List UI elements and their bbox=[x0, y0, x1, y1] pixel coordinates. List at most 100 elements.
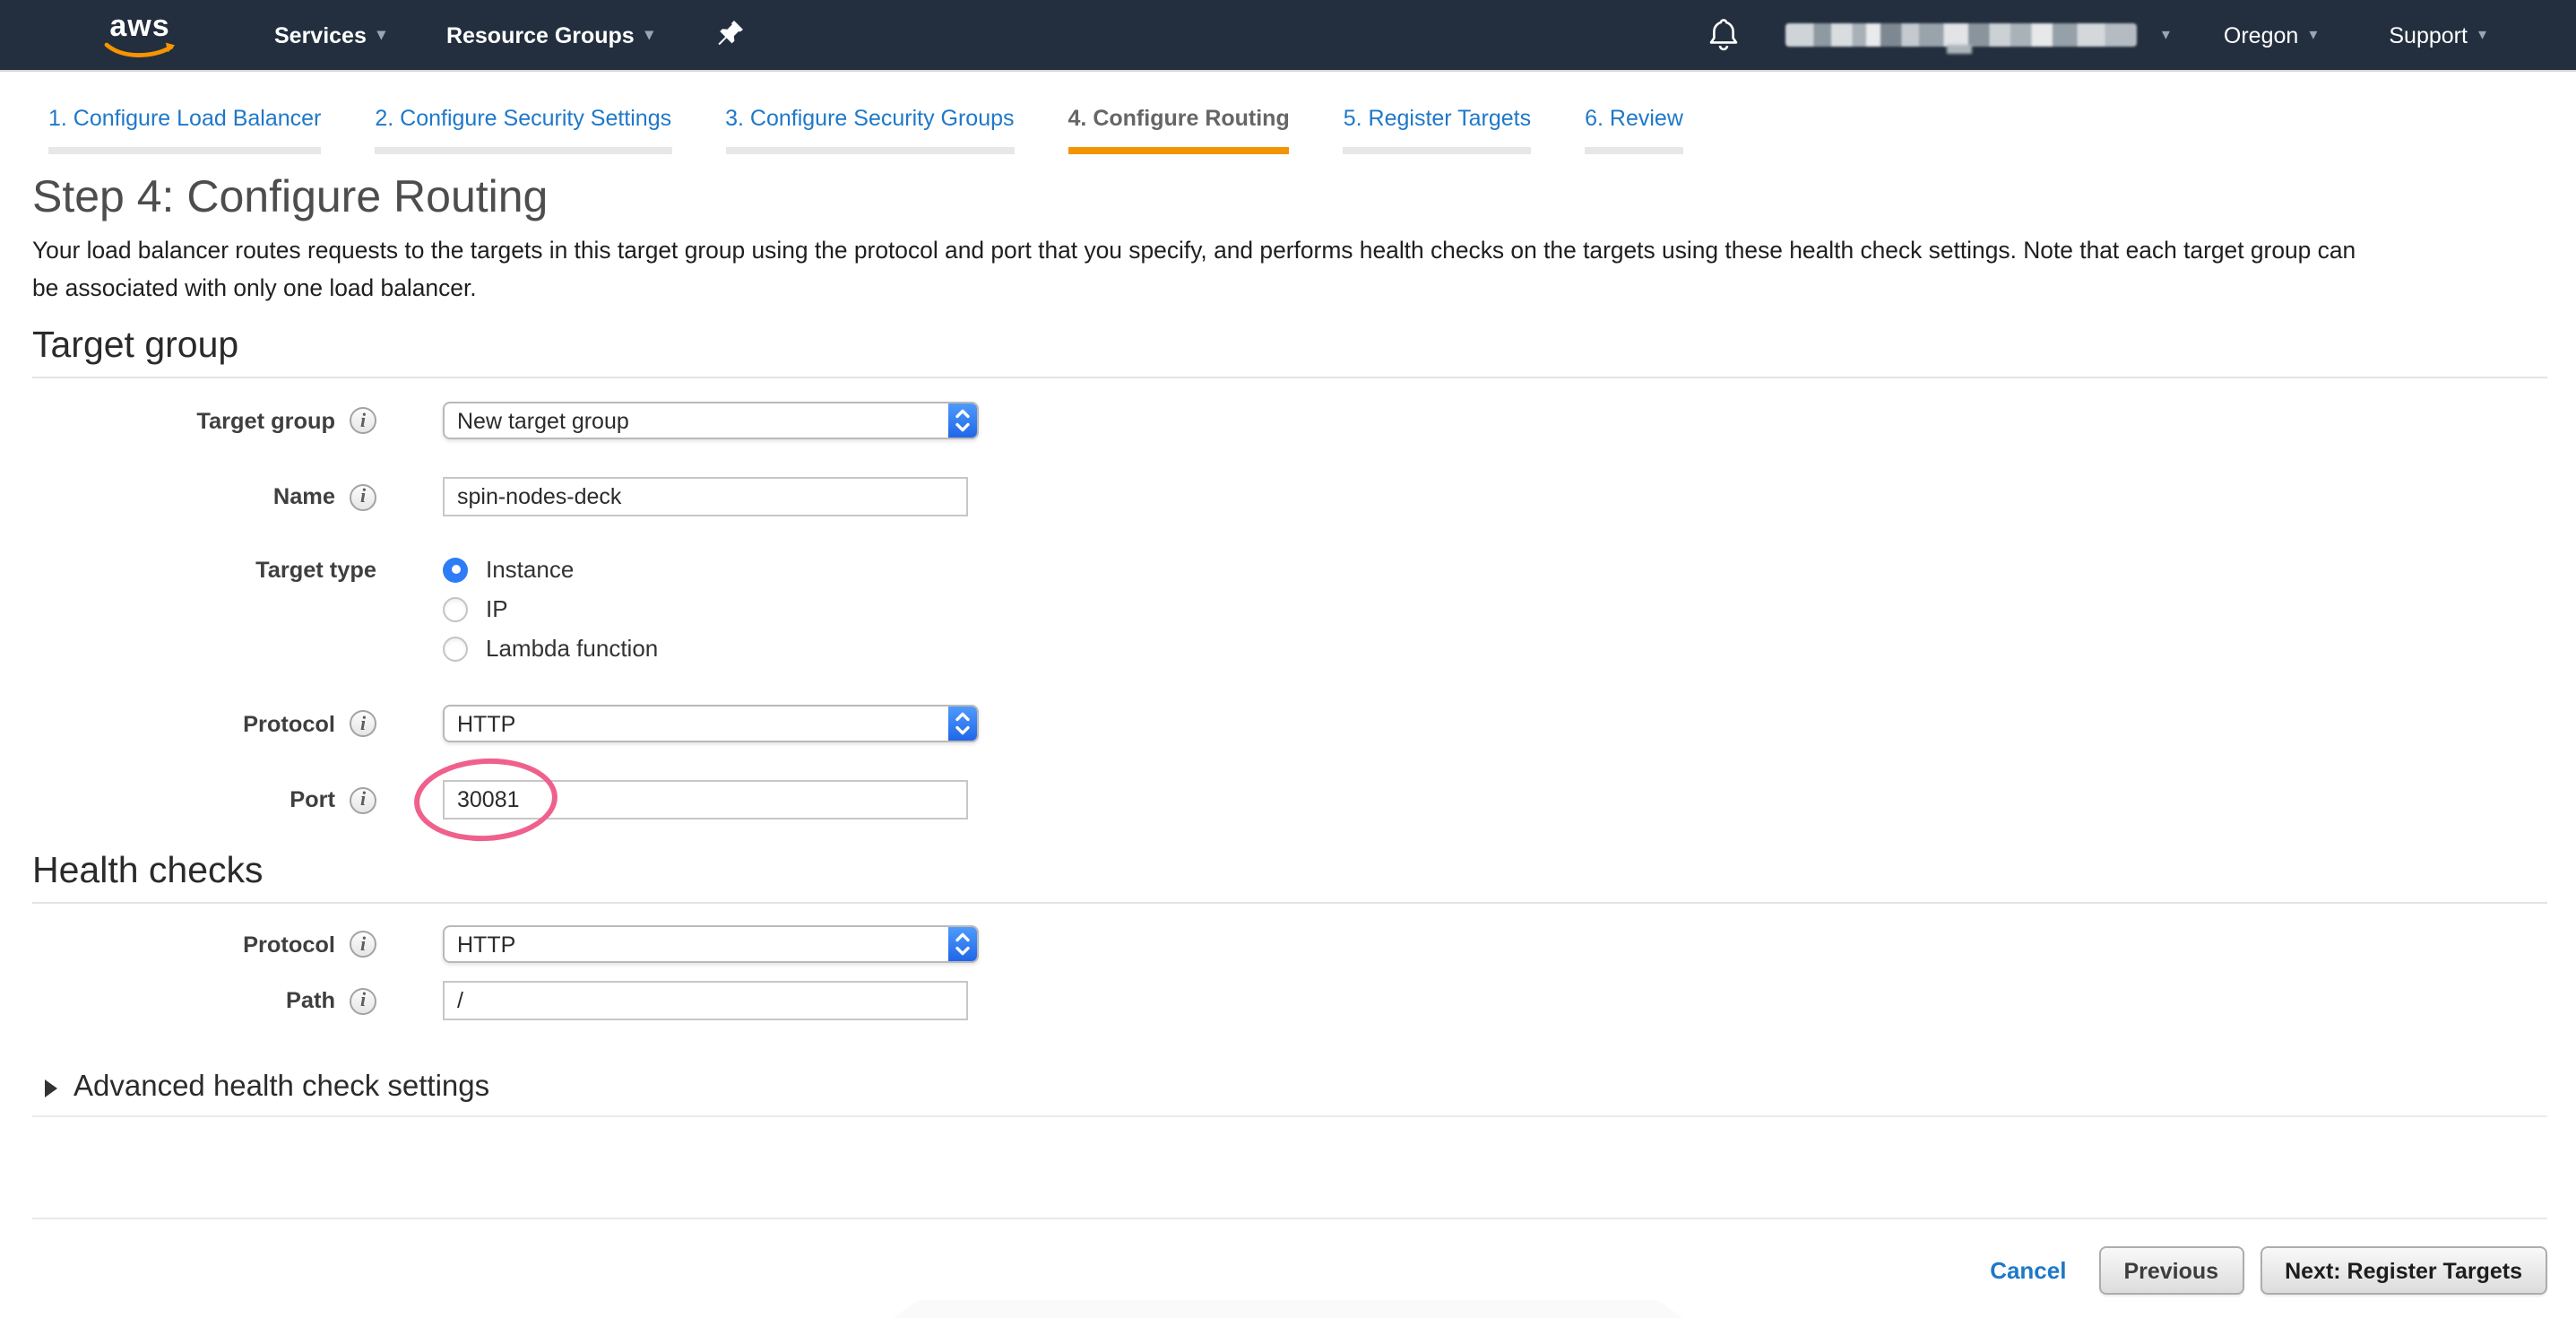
info-icon[interactable]: i bbox=[350, 786, 376, 813]
nav-pin-shortcut[interactable] bbox=[718, 20, 745, 50]
path-label: Path bbox=[286, 988, 335, 1013]
path-label-cell: Path i bbox=[32, 987, 376, 1014]
port-label-cell: Port i bbox=[32, 786, 376, 813]
navbar-right: ▾ Oregon ▾ Support ▾ bbox=[1708, 18, 2486, 52]
aws-logo[interactable]: aws bbox=[104, 10, 176, 60]
radio-unselected-icon[interactable] bbox=[443, 596, 468, 621]
tab-configure-routing[interactable]: 4. Configure Routing bbox=[1068, 106, 1290, 154]
tab-review[interactable]: 6. Review bbox=[1585, 106, 1683, 154]
expand-arrow-icon bbox=[45, 1079, 57, 1097]
pushpin-icon bbox=[718, 20, 745, 50]
nav-services[interactable]: Services ▾ bbox=[274, 22, 385, 48]
chevron-down-icon: ▾ bbox=[2478, 25, 2486, 45]
nav-services-label: Services bbox=[274, 22, 367, 48]
radio-label: IP bbox=[486, 595, 508, 622]
target-group-row: Target group i New target group bbox=[32, 402, 2547, 439]
section-divider bbox=[32, 377, 2547, 378]
region-menu[interactable]: Oregon ▾ bbox=[2224, 22, 2317, 48]
tab-configure-security-settings[interactable]: 2. Configure Security Settings bbox=[375, 106, 671, 154]
nav-resource-groups[interactable]: Resource Groups ▾ bbox=[446, 22, 653, 48]
name-label-cell: Name i bbox=[32, 483, 376, 510]
health-protocol-row: Protocol i HTTP bbox=[32, 925, 2547, 963]
footer-divider bbox=[32, 1218, 2547, 1219]
tab-configure-load-balancer[interactable]: 1. Configure Load Balancer bbox=[48, 106, 321, 154]
section-divider bbox=[32, 1115, 2547, 1117]
chevron-down-icon: ▾ bbox=[2309, 25, 2317, 45]
page-description: Your load balancer routes requests to th… bbox=[32, 233, 2547, 307]
region-label: Oregon bbox=[2224, 22, 2298, 48]
health-protocol-select-value: HTTP bbox=[445, 932, 948, 957]
radio-label: Instance bbox=[486, 556, 574, 583]
wizard-tabs: 1. Configure Load Balancer 2. Configure … bbox=[0, 72, 2576, 154]
path-input[interactable] bbox=[443, 981, 968, 1020]
page: aws Services ▾ Resource Groups ▾ bbox=[0, 0, 2576, 1318]
port-label: Port bbox=[290, 787, 335, 812]
account-name-blurred bbox=[1785, 23, 2137, 47]
info-icon[interactable]: i bbox=[350, 710, 376, 737]
radio-option-instance[interactable]: Instance bbox=[443, 556, 658, 583]
advanced-health-check-label: Advanced health check settings bbox=[73, 1071, 489, 1105]
cancel-button[interactable]: Cancel bbox=[1990, 1257, 2066, 1284]
radio-option-lambda[interactable]: Lambda function bbox=[443, 635, 658, 662]
top-navbar: aws Services ▾ Resource Groups ▾ bbox=[0, 0, 2576, 70]
target-type-options: Instance IP Lambda function bbox=[443, 556, 658, 662]
previous-button[interactable]: Previous bbox=[2098, 1246, 2243, 1295]
nav-resource-groups-label: Resource Groups bbox=[446, 22, 635, 48]
info-icon[interactable]: i bbox=[350, 407, 376, 434]
target-group-label: Target group bbox=[196, 408, 335, 433]
select-stepper-icon bbox=[948, 927, 977, 961]
target-group-select-value: New target group bbox=[445, 408, 948, 433]
tab-configure-security-groups[interactable]: 3. Configure Security Groups bbox=[725, 106, 1014, 154]
target-type-row: Target type Instance IP Lambda function bbox=[32, 556, 2547, 662]
select-stepper-icon bbox=[948, 707, 977, 741]
target-type-label-cell: Target type bbox=[32, 556, 376, 583]
protocol-label: Protocol bbox=[243, 711, 335, 736]
info-icon[interactable]: i bbox=[350, 987, 376, 1014]
bottom-faint-panel bbox=[868, 1300, 1708, 1318]
port-row: Port i bbox=[32, 780, 2547, 819]
info-icon[interactable]: i bbox=[350, 483, 376, 510]
chevron-down-icon: ▾ bbox=[377, 25, 385, 45]
aws-smile-icon bbox=[104, 40, 176, 60]
protocol-label-cell: Protocol i bbox=[32, 710, 376, 737]
radio-label: Lambda function bbox=[486, 635, 658, 662]
protocol-row: Protocol i HTTP bbox=[32, 705, 2547, 742]
chevron-down-icon: ▾ bbox=[2162, 25, 2170, 45]
account-menu[interactable]: ▾ bbox=[1739, 23, 2170, 47]
advanced-health-check-toggle[interactable]: Advanced health check settings bbox=[32, 1071, 2547, 1105]
target-type-label: Target type bbox=[255, 558, 376, 583]
aws-logo-text: aws bbox=[109, 10, 169, 40]
target-group-select[interactable]: New target group bbox=[443, 402, 979, 439]
name-label: Name bbox=[273, 484, 335, 509]
select-stepper-icon bbox=[948, 403, 977, 438]
health-protocol-label-cell: Protocol i bbox=[32, 931, 376, 958]
page-description-line2: be associated with only one load balance… bbox=[32, 270, 2547, 307]
target-group-label-cell: Target group i bbox=[32, 407, 376, 434]
section-divider bbox=[32, 902, 2547, 904]
target-group-heading: Target group bbox=[32, 325, 2547, 368]
path-row: Path i bbox=[32, 981, 2547, 1020]
port-input[interactable] bbox=[443, 780, 968, 819]
notifications-button[interactable] bbox=[1708, 18, 1739, 52]
protocol-select[interactable]: HTTP bbox=[443, 705, 979, 742]
chevron-down-icon: ▾ bbox=[645, 25, 653, 45]
support-label: Support bbox=[2389, 22, 2468, 48]
radio-unselected-icon[interactable] bbox=[443, 636, 468, 661]
protocol-select-value: HTTP bbox=[445, 711, 948, 736]
health-protocol-select[interactable]: HTTP bbox=[443, 925, 979, 963]
footer-buttons: Cancel Previous Next: Register Targets bbox=[32, 1246, 2547, 1295]
tab-register-targets[interactable]: 5. Register Targets bbox=[1344, 106, 1531, 154]
info-icon[interactable]: i bbox=[350, 931, 376, 958]
health-checks-heading: Health checks bbox=[32, 850, 2547, 893]
radio-option-ip[interactable]: IP bbox=[443, 595, 658, 622]
page-title: Step 4: Configure Routing bbox=[32, 172, 2547, 224]
radio-selected-icon[interactable] bbox=[443, 557, 468, 582]
bell-icon bbox=[1708, 18, 1739, 52]
name-input[interactable] bbox=[443, 477, 968, 516]
support-menu[interactable]: Support ▾ bbox=[2389, 22, 2486, 48]
page-description-line1: Your load balancer routes requests to th… bbox=[32, 233, 2547, 270]
name-row: Name i bbox=[32, 477, 2547, 516]
main-content: Step 4: Configure Routing Your load bala… bbox=[0, 172, 2576, 1295]
next-register-targets-button[interactable]: Next: Register Targets bbox=[2260, 1246, 2547, 1295]
health-protocol-label: Protocol bbox=[243, 932, 335, 957]
